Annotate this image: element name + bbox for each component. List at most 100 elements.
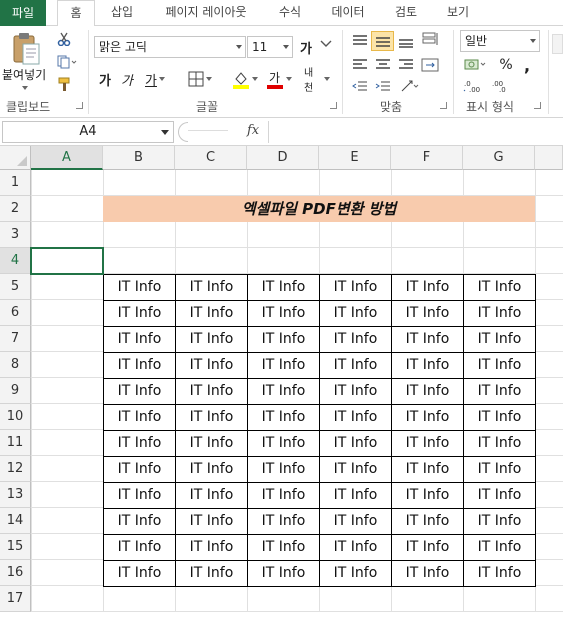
- row-header-10[interactable]: 10: [0, 404, 31, 430]
- table-cell[interactable]: IT Info: [391, 430, 464, 457]
- row-header-12[interactable]: 12: [0, 456, 31, 482]
- row-header-8[interactable]: 8: [0, 352, 31, 378]
- table-cell[interactable]: IT Info: [247, 300, 320, 327]
- row-header-1[interactable]: 1: [0, 170, 31, 196]
- table-cell[interactable]: IT Info: [319, 430, 392, 457]
- table-cell[interactable]: IT Info: [319, 274, 392, 301]
- table-cell[interactable]: IT Info: [463, 482, 536, 509]
- table-cell[interactable]: IT Info: [319, 456, 392, 483]
- orientation-icon[interactable]: [420, 30, 442, 50]
- table-cell[interactable]: IT Info: [175, 430, 248, 457]
- column-header-a[interactable]: A: [31, 146, 103, 170]
- align-bottom-icon[interactable]: [396, 32, 416, 50]
- borders-button[interactable]: [186, 70, 214, 88]
- table-cell[interactable]: IT Info: [319, 300, 392, 327]
- table-cell[interactable]: IT Info: [463, 352, 536, 379]
- percent-button[interactable]: %: [496, 56, 516, 74]
- column-header-e[interactable]: E: [319, 146, 391, 170]
- row-header-4[interactable]: 4: [0, 248, 31, 274]
- table-cell[interactable]: IT Info: [391, 326, 464, 353]
- font-launcher-icon[interactable]: [330, 102, 337, 109]
- table-cell[interactable]: IT Info: [391, 534, 464, 561]
- font-color-button[interactable]: 가: [264, 68, 294, 90]
- decrease-indent-icon[interactable]: [350, 78, 370, 94]
- comma-button[interactable]: ,: [520, 56, 534, 75]
- table-cell[interactable]: IT Info: [319, 352, 392, 379]
- table-cell[interactable]: IT Info: [103, 560, 176, 587]
- tab-page-layout[interactable]: 페이지 레이아웃: [150, 0, 262, 26]
- format-painter-icon[interactable]: [56, 76, 74, 92]
- table-cell[interactable]: IT Info: [247, 508, 320, 535]
- underline-button[interactable]: 가: [142, 70, 168, 89]
- copy-icon[interactable]: [56, 54, 78, 70]
- table-cell[interactable]: IT Info: [391, 274, 464, 301]
- table-cell[interactable]: IT Info: [463, 534, 536, 561]
- table-cell[interactable]: IT Info: [391, 456, 464, 483]
- table-cell[interactable]: IT Info: [175, 378, 248, 405]
- table-cell[interactable]: IT Info: [103, 482, 176, 509]
- table-cell[interactable]: IT Info: [103, 534, 176, 561]
- table-cell[interactable]: IT Info: [175, 404, 248, 431]
- table-cell[interactable]: IT Info: [247, 274, 320, 301]
- table-cell[interactable]: IT Info: [391, 352, 464, 379]
- phonetic-button[interactable]: 내천: [304, 68, 330, 94]
- table-cell[interactable]: IT Info: [463, 378, 536, 405]
- table-cell[interactable]: IT Info: [319, 534, 392, 561]
- table-cell[interactable]: IT Info: [247, 326, 320, 353]
- fill-color-button[interactable]: [230, 68, 260, 90]
- column-header-b[interactable]: B: [103, 146, 175, 170]
- italic-button[interactable]: 가: [118, 70, 136, 89]
- sheet-title-cell[interactable]: 엑셀파일 PDF변환 방법: [103, 196, 535, 222]
- table-cell[interactable]: IT Info: [175, 534, 248, 561]
- row-header-9[interactable]: 9: [0, 378, 31, 404]
- row-header-3[interactable]: 3: [0, 222, 31, 248]
- table-cell[interactable]: IT Info: [175, 326, 248, 353]
- table-cell[interactable]: IT Info: [391, 482, 464, 509]
- table-cell[interactable]: IT Info: [463, 404, 536, 431]
- column-header-g[interactable]: G: [463, 146, 535, 170]
- bold-button[interactable]: 가: [96, 70, 114, 89]
- table-cell[interactable]: IT Info: [247, 534, 320, 561]
- table-cell[interactable]: IT Info: [103, 456, 176, 483]
- column-header-c[interactable]: C: [175, 146, 247, 170]
- table-cell[interactable]: IT Info: [103, 404, 176, 431]
- table-cell[interactable]: IT Info: [175, 560, 248, 587]
- tab-insert[interactable]: 삽입: [103, 0, 141, 26]
- shrink-font-icon[interactable]: [318, 36, 334, 54]
- align-left-icon[interactable]: [350, 56, 370, 74]
- row-header-17[interactable]: 17: [0, 586, 31, 612]
- font-name-combo[interactable]: 맑은 고딕: [94, 36, 246, 58]
- formula-input[interactable]: [268, 121, 563, 143]
- tab-formulas[interactable]: 수식: [268, 0, 312, 26]
- table-cell[interactable]: IT Info: [463, 274, 536, 301]
- table-cell[interactable]: IT Info: [103, 430, 176, 457]
- table-cell[interactable]: IT Info: [175, 300, 248, 327]
- row-header-2[interactable]: 2: [0, 196, 31, 222]
- table-cell[interactable]: IT Info: [103, 300, 176, 327]
- tab-data[interactable]: 데이터: [322, 0, 374, 26]
- table-cell[interactable]: IT Info: [247, 430, 320, 457]
- align-right-icon[interactable]: [396, 56, 416, 74]
- table-cell[interactable]: IT Info: [103, 508, 176, 535]
- table-cell[interactable]: IT Info: [463, 300, 536, 327]
- formula-bar-splitter[interactable]: [178, 122, 188, 142]
- align-top-icon[interactable]: [350, 32, 370, 50]
- tab-file[interactable]: 파일: [0, 0, 46, 26]
- table-cell[interactable]: IT Info: [463, 560, 536, 587]
- table-cell[interactable]: IT Info: [175, 274, 248, 301]
- table-cell[interactable]: IT Info: [175, 352, 248, 379]
- grow-font-button[interactable]: 가: [298, 38, 314, 57]
- clipboard-launcher-icon[interactable]: [76, 102, 83, 109]
- currency-icon[interactable]: [462, 56, 490, 74]
- column-header-f[interactable]: F: [391, 146, 463, 170]
- font-size-combo[interactable]: 11: [247, 36, 293, 58]
- align-middle-icon[interactable]: [371, 31, 394, 51]
- table-cell[interactable]: IT Info: [247, 456, 320, 483]
- table-cell[interactable]: IT Info: [319, 404, 392, 431]
- table-cell[interactable]: IT Info: [247, 352, 320, 379]
- row-header-15[interactable]: 15: [0, 534, 31, 560]
- table-cell[interactable]: IT Info: [175, 456, 248, 483]
- table-cell[interactable]: IT Info: [175, 508, 248, 535]
- select-all-button[interactable]: [0, 146, 31, 170]
- table-cell[interactable]: IT Info: [463, 508, 536, 535]
